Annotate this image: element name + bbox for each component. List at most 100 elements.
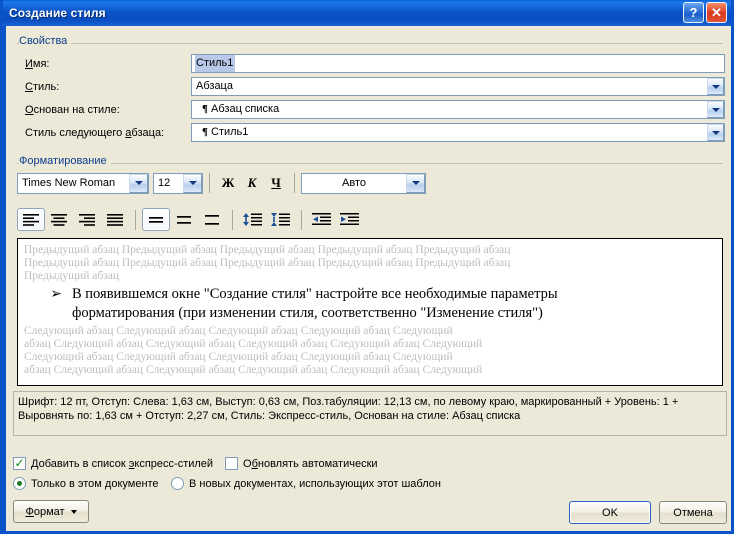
toolbar-separator xyxy=(301,209,302,230)
font-family-select[interactable]: Times New Roman xyxy=(17,172,149,194)
title-bar[interactable]: Создание стиля ? ✕ xyxy=(3,0,731,26)
bullet-icon: ➢ xyxy=(50,287,62,302)
preview-previous-line: Предыдущий абзац Предыдущий абзац Предыд… xyxy=(24,257,511,269)
align-right-button[interactable] xyxy=(73,208,101,231)
auto-update-label: Обновлять автоматически xyxy=(243,457,378,470)
line-spacing-double-icon xyxy=(205,214,219,225)
description-line: Выровнять по: 1,63 см + Отступ: 2,27 см,… xyxy=(18,410,521,422)
align-center-icon xyxy=(51,213,67,226)
italic-button[interactable]: К xyxy=(240,172,264,194)
align-right-icon xyxy=(79,213,95,226)
font-size-value: 12 xyxy=(158,177,171,189)
bold-button[interactable]: Ж xyxy=(216,172,240,194)
next-style-value: Стиль1 xyxy=(211,126,249,138)
increase-indent-button[interactable] xyxy=(336,208,364,231)
next-style-select[interactable]: ¶ Стиль1 xyxy=(191,123,725,142)
toolbar-separator xyxy=(209,173,210,193)
auto-update-checkbox[interactable]: Обновлять автоматически xyxy=(225,457,378,470)
formatting-toolbar-row-1: Times New Roman 12 Ж К Ч Авто xyxy=(17,172,426,194)
create-style-dialog: Создание стиля ? ✕ Свойства Имя: Стиль1 … xyxy=(0,0,734,534)
name-value: Стиль1 xyxy=(195,55,236,72)
chevron-down-icon[interactable] xyxy=(406,173,425,193)
new-documents-radio[interactable]: В новых документах, использующих этот ша… xyxy=(171,477,441,490)
name-label-rest: мя: xyxy=(32,58,50,70)
preview-previous-line: Предыдущий абзац xyxy=(24,270,119,282)
preview-previous-line: Предыдущий абзац Предыдущий абзац Предыд… xyxy=(24,244,511,256)
checkbox-box[interactable]: ✓ xyxy=(13,457,26,470)
preview-sample-line: В появившемся окне "Создание стиля" наст… xyxy=(72,286,558,302)
font-color-value: Авто xyxy=(342,177,366,189)
font-family-value: Times New Roman xyxy=(22,177,116,189)
style-description: Шрифт: 12 пт, Отступ: Слева: 1,63 см, Вы… xyxy=(13,391,727,436)
formatting-group-line xyxy=(17,163,723,164)
style-preview-pane: Предыдущий абзац Предыдущий абзац Предыд… xyxy=(17,238,723,386)
increase-paragraph-spacing-button[interactable] xyxy=(267,208,295,231)
decrease-indent-button[interactable] xyxy=(308,208,336,231)
chevron-down-icon xyxy=(70,509,77,514)
align-left-button[interactable] xyxy=(17,208,45,231)
line-spacing-single-icon xyxy=(149,216,163,223)
title-bar-buttons: ? ✕ xyxy=(683,2,727,23)
preview-sample-paragraph: ➢ В появившемся окне "Создание стиля" на… xyxy=(18,283,722,325)
chevron-down-icon[interactable] xyxy=(707,101,724,118)
preview-sample-line: форматирования (при изменении стиля, соо… xyxy=(72,305,543,321)
line-spacing-onehalf-button[interactable] xyxy=(170,208,198,231)
align-left-icon xyxy=(23,213,39,226)
radio-circle[interactable] xyxy=(13,477,26,490)
pilcrow-icon: ¶ xyxy=(202,103,208,115)
align-justify-button[interactable] xyxy=(101,208,129,231)
decrease-paragraph-spacing-button[interactable] xyxy=(239,208,267,231)
properties-group-line xyxy=(17,43,723,44)
font-size-select[interactable]: 12 xyxy=(153,172,203,194)
cancel-button[interactable]: Отмена xyxy=(659,501,727,524)
style-type-select[interactable]: Абзаца xyxy=(191,77,725,96)
only-this-document-radio[interactable]: Только в этом документе xyxy=(13,477,159,490)
chevron-down-icon[interactable] xyxy=(707,124,724,141)
radio-circle[interactable] xyxy=(171,477,184,490)
properties-group-label: Свойства xyxy=(19,35,72,47)
preview-next-line: Следующий абзац Следующий абзац Следующи… xyxy=(24,351,453,363)
ok-button[interactable]: OK xyxy=(569,501,651,524)
based-on-label: Основан на стиле: xyxy=(25,104,120,116)
underline-button[interactable]: Ч xyxy=(264,172,288,194)
toolbar-separator xyxy=(135,209,136,230)
style-type-value: Абзаца xyxy=(196,80,233,92)
check-icon: ✓ xyxy=(14,456,25,470)
chevron-down-icon[interactable] xyxy=(129,173,148,193)
decrease-paragraph-spacing-icon xyxy=(243,213,262,226)
name-input[interactable]: Стиль1 xyxy=(191,54,725,73)
checkbox-box[interactable] xyxy=(225,457,238,470)
toolbar-separator xyxy=(294,173,295,193)
new-documents-label: В новых документах, использующих этот ша… xyxy=(189,477,441,490)
line-spacing-1point5-icon xyxy=(177,215,191,224)
preview-next-line: Следующий абзац Следующий абзац Следующи… xyxy=(24,325,453,337)
add-to-quick-styles-checkbox[interactable]: ✓ Добавить в список экспресс-стилей xyxy=(13,457,213,470)
add-to-quick-styles-label: Добавить в список экспресс-стилей xyxy=(31,457,214,470)
increase-paragraph-spacing-icon xyxy=(271,213,290,226)
only-this-document-label: Только в этом документе xyxy=(31,477,159,490)
formatting-toolbar-row-2 xyxy=(17,208,364,231)
chevron-down-icon[interactable] xyxy=(707,78,724,95)
dialog-left-border xyxy=(3,26,6,531)
align-justify-icon xyxy=(107,213,123,226)
format-button[interactable]: Формат xyxy=(13,500,89,523)
help-icon[interactable]: ? xyxy=(683,2,704,23)
chevron-down-icon[interactable] xyxy=(183,173,202,193)
decrease-indent-icon xyxy=(312,213,331,225)
window-title: Создание стиля xyxy=(9,6,106,20)
next-style-label: Стиль следующего абзаца: xyxy=(25,127,165,139)
name-label: Имя: xyxy=(25,58,50,70)
line-spacing-single-button[interactable] xyxy=(142,208,170,231)
based-on-value: Абзац списка xyxy=(211,103,280,115)
line-spacing-double-button[interactable] xyxy=(198,208,226,231)
close-icon[interactable]: ✕ xyxy=(706,2,727,23)
radio-dot-icon xyxy=(17,481,22,486)
preview-next-line: абзац Следующий абзац Следующий абзац Сл… xyxy=(24,364,483,376)
font-color-select[interactable]: Авто xyxy=(301,172,426,194)
toolbar-separator xyxy=(232,209,233,230)
description-line: Шрифт: 12 пт, Отступ: Слева: 1,63 см, Вы… xyxy=(18,396,679,408)
align-center-button[interactable] xyxy=(45,208,73,231)
style-type-label: Стиль: xyxy=(25,81,60,93)
increase-indent-icon xyxy=(340,213,359,225)
based-on-select[interactable]: ¶ Абзац списка xyxy=(191,100,725,119)
